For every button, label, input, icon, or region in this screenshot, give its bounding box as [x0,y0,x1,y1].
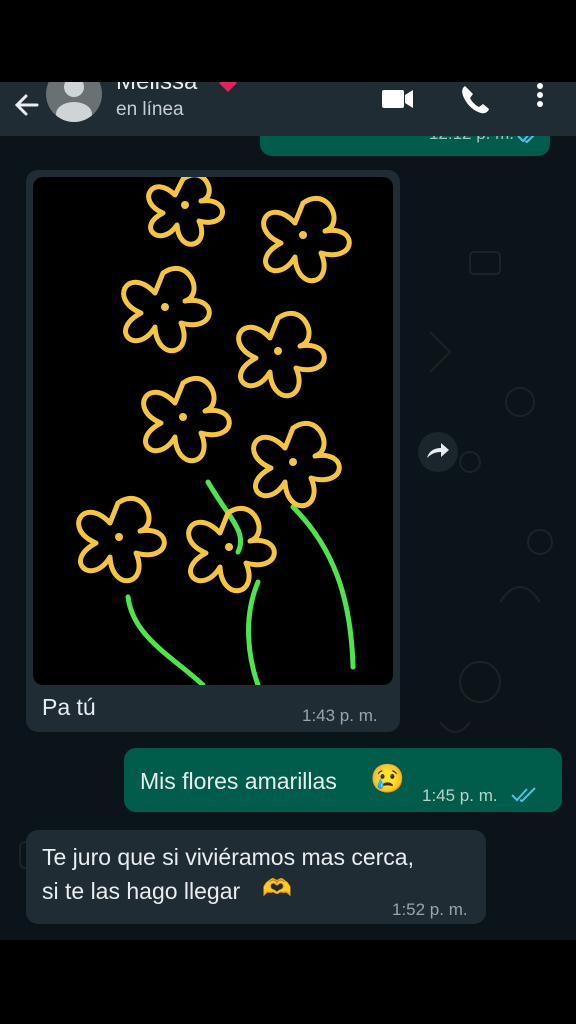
video-call-icon[interactable] [378,82,418,122]
heart-emoji-icon [219,82,237,92]
flowers-image[interactable] [33,177,393,685]
read-receipt-icon [511,787,536,803]
contact-status: en línea [116,99,184,120]
voice-call-icon[interactable] [456,82,496,122]
incoming-message-time: 1:52 p. m. [392,900,468,919]
yellow-flowers-drawing [76,177,356,685]
contact-name[interactable]: Melissa [116,82,197,96]
chat-screen: 12:12 p. m. Melissa en línea [0,82,576,940]
image-message-time: 1:43 p. m. [302,706,378,725]
outgoing-message-time: 1:45 p. m. [422,786,498,805]
default-avatar-icon [56,82,92,122]
more-options-icon[interactable] [520,82,560,122]
outgoing-message[interactable]: Mis flores amarillas 😢 1:45 p. m. [124,748,562,812]
incoming-text-message[interactable]: Te juro que si viviéramos mas cerca, si … [26,830,486,924]
forward-icon [427,443,449,458]
image-caption: Pa tú [42,694,96,720]
incoming-message-line1: Te juro que si viviéramos mas cerca, [42,844,414,870]
avatar[interactable] [46,82,102,122]
back-arrow-icon[interactable] [10,88,44,122]
chat-header: Melissa en línea [0,82,576,136]
heart-hands-emoji: 🫶 [262,875,292,902]
forward-button[interactable] [418,432,458,472]
incoming-message-line2: si te las hago llegar [42,878,241,904]
crying-emoji: 😢 [370,763,405,794]
outgoing-message-text: Mis flores amarillas [140,768,337,794]
